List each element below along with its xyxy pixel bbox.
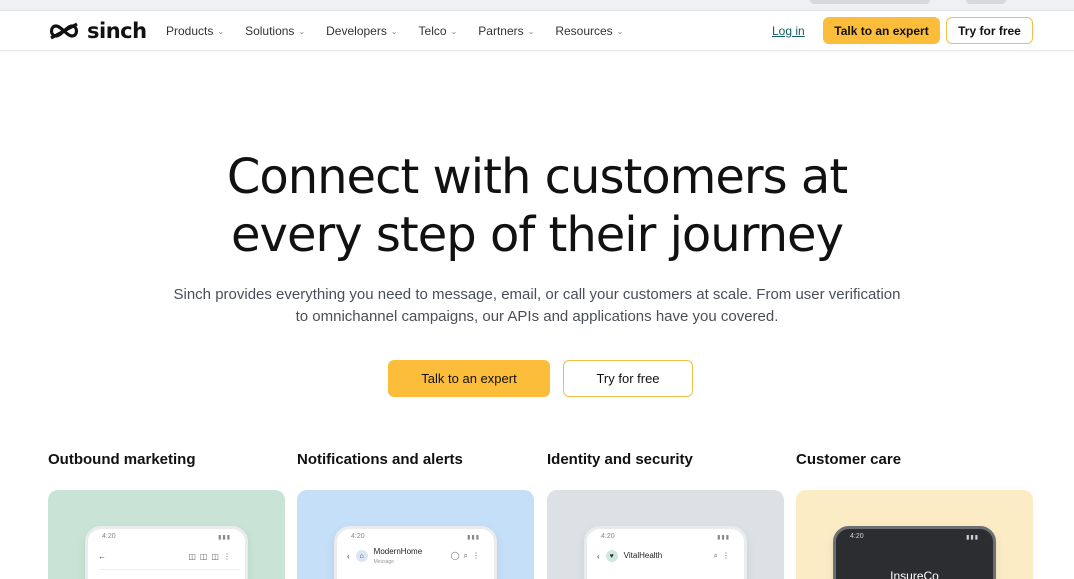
- app-name: VitalHealth: [623, 551, 663, 560]
- logo-wordmark: sinch: [87, 19, 147, 43]
- toolbar-icons: ⌕⋮: [713, 551, 734, 560]
- chevron-down-icon: ⌄: [390, 26, 398, 36]
- hero-title-line-2: every step of their journey: [231, 207, 844, 263]
- phone-time: 4:20: [850, 533, 864, 540]
- divider: [100, 569, 240, 570]
- chevron-down-icon: ⌄: [527, 26, 535, 36]
- back-chevron-icon: ‹: [347, 551, 350, 561]
- toolbar-icons: ◫◫◫⋮: [188, 551, 235, 561]
- sinch-logo[interactable]: sinch: [47, 19, 147, 43]
- phone-app-bar: ← ◫◫◫⋮: [98, 549, 235, 563]
- phone-mockup: 4:20 ▮▮▮ ← ◫◫◫⋮: [85, 526, 248, 579]
- hero-subtitle-line-2: to omnichannel campaigns, our APIs and a…: [295, 308, 779, 325]
- category-card-notifications[interactable]: 4:20 ▮▮▮ ‹ ⌂ ModernHome Message ◯⌕⋮: [297, 490, 534, 579]
- phone-time: 4:20: [102, 533, 116, 540]
- hero-title: Connect with customers at every step of …: [0, 148, 1074, 264]
- menu-label: Developers: [326, 24, 387, 38]
- primary-menu: Products ⌄ Solutions ⌄ Developers ⌄ Telco ⌄ …: [166, 11, 644, 51]
- phone-time: 4:20: [601, 533, 615, 540]
- category-title-notifications[interactable]: Notifications and alerts: [297, 451, 463, 468]
- nav-talk-to-expert-button[interactable]: Talk to an expert: [823, 17, 940, 44]
- signal-icon: ▮▮▮: [467, 535, 480, 541]
- utility-link[interactable]: [966, 0, 1006, 4]
- hero-talk-to-expert-button[interactable]: Talk to an expert: [388, 360, 550, 397]
- chevron-down-icon: ⌄: [298, 26, 306, 36]
- menu-label: Products: [166, 24, 214, 38]
- menu-label: Partners: [478, 24, 524, 38]
- menu-developers[interactable]: Developers ⌄: [326, 24, 397, 38]
- menu-solutions[interactable]: Solutions ⌄: [245, 24, 305, 38]
- nav-try-for-free-button[interactable]: Try for free: [946, 17, 1033, 44]
- back-chevron-icon: ‹: [597, 551, 600, 561]
- phone-app-bar: ‹ ⌂ ModernHome Message ◯⌕⋮: [347, 547, 484, 566]
- phone-time: 4:20: [351, 533, 365, 540]
- hero-try-for-free-button[interactable]: Try for free: [563, 360, 693, 397]
- menu-partners[interactable]: Partners ⌄: [478, 24, 534, 38]
- hero-subtitle-line-1: Sinch provides everything you need to me…: [173, 286, 901, 303]
- app-name: InsureCo: [890, 569, 939, 579]
- menu-resources[interactable]: Resources ⌄: [555, 24, 623, 38]
- phone-mockup: 4:20 ▮▮▮ ‹ ♥ VitalHealth ⌕⋮: [584, 526, 747, 579]
- category-title-outbound-marketing[interactable]: Outbound marketing: [48, 451, 196, 468]
- menu-label: Solutions: [245, 24, 295, 38]
- hero-subtitle: Sinch provides everything you need to me…: [170, 284, 904, 328]
- menu-products[interactable]: Products ⌄: [166, 24, 224, 38]
- category-card-outbound-marketing[interactable]: 4:20 ▮▮▮ ← ◫◫◫⋮: [48, 490, 285, 579]
- hero-title-line-1: Connect with customers at: [226, 149, 848, 205]
- toolbar-icons: ◯⌕⋮: [450, 551, 484, 560]
- app-heading: ModernHome Message: [373, 547, 423, 566]
- menu-label: Telco: [418, 24, 447, 38]
- phone-mockup: 4:20 ▮▮▮ ‹ ⌂ ModernHome Message ◯⌕⋮: [334, 526, 497, 579]
- chevron-down-icon: ⌄: [616, 26, 624, 36]
- heart-icon: ♥: [605, 550, 618, 562]
- main-navbar: sinch Products ⌄ Solutions ⌄ Developers ⌄ T…: [0, 11, 1074, 51]
- signal-icon: ▮▮▮: [218, 535, 231, 541]
- menu-label: Resources: [555, 24, 613, 38]
- app-name: ModernHome: [373, 547, 423, 556]
- chevron-down-icon: ⌄: [450, 26, 458, 36]
- utility-link[interactable]: [810, 0, 930, 4]
- category-title-identity-security[interactable]: Identity and security: [547, 451, 693, 468]
- signal-icon: ▮▮▮: [966, 535, 979, 541]
- phone-mockup: 4:20 ▮▮▮ InsureCo: [833, 526, 996, 579]
- home-icon: ⌂: [355, 550, 368, 562]
- top-utility-strip: [0, 0, 1074, 11]
- category-title-customer-care[interactable]: Customer care: [796, 451, 901, 468]
- phone-app-bar: ‹ ♥ VitalHealth ⌕⋮: [597, 549, 734, 563]
- login-link[interactable]: Log in: [772, 24, 805, 38]
- chevron-down-icon: ⌄: [217, 26, 225, 36]
- app-subtitle: Message: [373, 559, 394, 565]
- back-arrow-icon: ←: [98, 551, 106, 561]
- infinity-icon: [49, 22, 79, 40]
- category-card-customer-care[interactable]: 4:20 ▮▮▮ InsureCo: [796, 490, 1033, 579]
- category-card-identity-security[interactable]: 4:20 ▮▮▮ ‹ ♥ VitalHealth ⌕⋮: [547, 490, 784, 579]
- signal-icon: ▮▮▮: [717, 535, 730, 541]
- menu-telco[interactable]: Telco ⌄: [419, 24, 458, 38]
